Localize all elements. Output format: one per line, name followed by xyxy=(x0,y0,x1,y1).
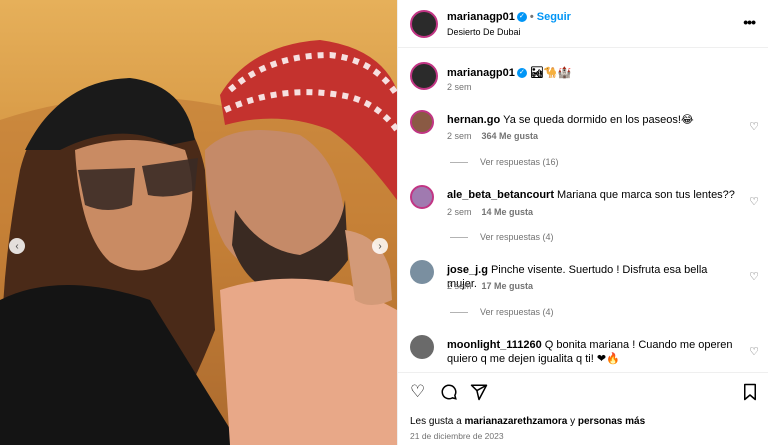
view-replies-label: Ver respuestas (4) xyxy=(480,307,554,317)
bookmark-icon[interactable] xyxy=(742,383,758,404)
comment-text: Mariana que marca son tus lentes?? xyxy=(556,189,735,201)
comment-likes[interactable]: 14 Me gusta xyxy=(482,207,534,217)
comment-text: Ya se queda dormido en los paseos!😂 xyxy=(503,114,694,126)
comment-like-heart-icon[interactable]: ♡ xyxy=(749,195,759,208)
post-date: 21 de diciembre de 2023 xyxy=(410,431,504,441)
commenter-username[interactable]: jose_j.g xyxy=(447,264,488,276)
commenter-avatar[interactable] xyxy=(410,185,434,209)
caption-username[interactable]: marianagp01 xyxy=(447,67,515,79)
commenter-avatar[interactable] xyxy=(410,335,434,359)
comment-like-heart-icon[interactable]: ♡ xyxy=(749,120,759,133)
heart-icon[interactable]: ♡ xyxy=(410,383,425,400)
comment-time: 2 sem xyxy=(447,281,472,291)
next-photo-button[interactable]: › xyxy=(372,238,388,254)
post-location[interactable]: Desierto De Dubai xyxy=(447,27,521,37)
replies-divider xyxy=(450,237,468,239)
commenter-username[interactable]: ale_beta_betancourt xyxy=(447,189,554,201)
comment-time: 2 sem xyxy=(447,207,472,217)
separator-dot: • xyxy=(529,11,534,23)
comment-meta: 2 sem 14 Me gusta xyxy=(447,207,533,217)
follow-button[interactable]: Seguir xyxy=(537,11,571,23)
view-replies-button[interactable]: Ver respuestas (4) xyxy=(450,307,554,317)
share-icon[interactable] xyxy=(470,383,488,404)
comment-like-heart-icon[interactable]: ♡ xyxy=(749,270,759,283)
caption-line: marianagp01 ✓ 🏜🐪🏰 xyxy=(447,66,571,79)
likes-user[interactable]: marianazarethzamora xyxy=(465,416,568,427)
commenter-avatar[interactable] xyxy=(410,110,434,134)
view-replies-label: Ver respuestas (4) xyxy=(480,232,554,242)
verified-icon: ✓ xyxy=(516,68,527,79)
comment-likes[interactable]: 17 Me gusta xyxy=(482,281,534,291)
commenter-username[interactable]: moonlight_111260 xyxy=(447,339,542,351)
commenter-username[interactable]: hernan.go xyxy=(447,114,500,126)
comment-body: moonlight_111260 Q bonita mariana ! Cuand… xyxy=(447,338,737,366)
previous-photo-button[interactable]: ‹ xyxy=(9,238,25,254)
comment-meta: 2 sem 17 Me gusta xyxy=(447,281,533,291)
comment-body: ale_beta_betancourt Mariana que marca son… xyxy=(447,188,737,202)
post-header: marianagp01 ✓ • Seguir Desierto De Dubai ••… xyxy=(398,0,768,48)
comment-meta: 2 sem 364 Me gusta xyxy=(447,131,538,141)
post-photo[interactable]: ‹ › xyxy=(0,0,397,445)
comment-like-heart-icon[interactable]: ♡ xyxy=(749,345,759,358)
view-replies-button[interactable]: Ver respuestas (16) xyxy=(450,157,559,167)
post-sidebar: marianagp01 ✓ • Seguir Desierto De Dubai ••… xyxy=(397,0,768,445)
comment-icon[interactable] xyxy=(440,383,458,404)
replies-divider xyxy=(450,312,468,314)
replies-divider xyxy=(450,162,468,164)
caption-avatar[interactable] xyxy=(410,62,438,90)
comment-time: 2 sem xyxy=(447,131,472,141)
more-options-button[interactable]: ••• xyxy=(743,14,756,30)
comment-body: hernan.go Ya se queda dormido en los pase… xyxy=(447,113,737,127)
caption-text: 🏜🐪🏰 xyxy=(529,67,572,79)
verified-icon: ✓ xyxy=(516,12,527,23)
author-line: marianagp01 ✓ • Seguir xyxy=(447,11,571,23)
view-replies-label: Ver respuestas (16) xyxy=(480,157,559,167)
caption-timestamp: 2 sem xyxy=(447,82,472,92)
likes-conj: y xyxy=(570,416,576,427)
author-username[interactable]: marianagp01 xyxy=(447,11,515,23)
author-avatar[interactable] xyxy=(410,10,438,38)
view-replies-button[interactable]: Ver respuestas (4) xyxy=(450,232,554,242)
likes-prefix: Les gusta a xyxy=(410,416,462,427)
post-actions: ♡ Les gusta a marianazarethzamora y pers… xyxy=(398,372,768,445)
instagram-post: ‹ › marianagp01 ✓ • Seguir Desierto De Duba… xyxy=(0,0,768,445)
likes-others[interactable]: personas más xyxy=(578,416,645,427)
comment-likes[interactable]: 364 Me gusta xyxy=(482,131,539,141)
likes-summary: Les gusta a marianazarethzamora y person… xyxy=(410,416,645,427)
photo-illustration xyxy=(0,0,397,445)
commenter-avatar[interactable] xyxy=(410,260,434,284)
